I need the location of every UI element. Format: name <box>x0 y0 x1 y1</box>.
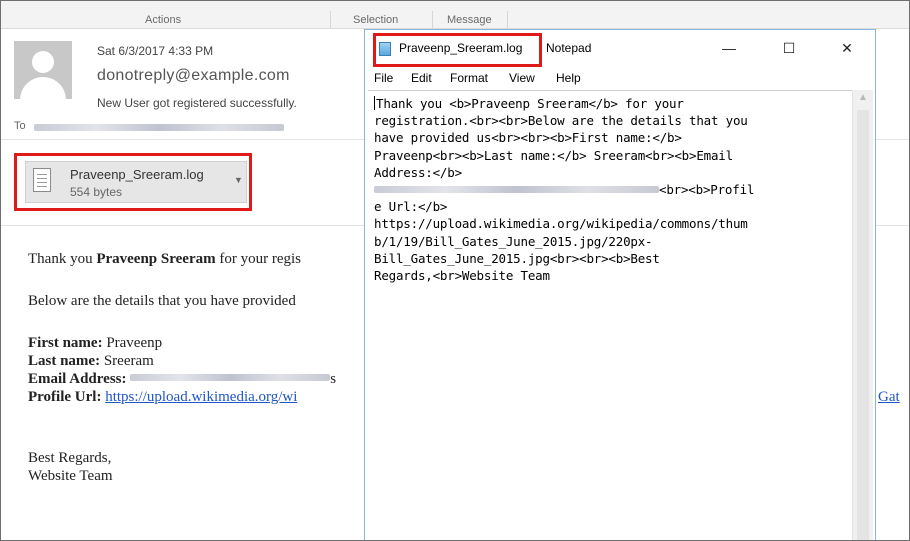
profile-url-link-tail[interactable]: Gat <box>878 389 900 406</box>
email-redacted <box>374 186 659 194</box>
minimize-button[interactable]: — <box>709 36 749 60</box>
contact-avatar-icon[interactable] <box>14 41 72 99</box>
menu-format[interactable]: Format <box>450 71 488 85</box>
body-profile-url: Profile Url: https://upload.wikimedia.or… <box>28 389 298 405</box>
body-signature: Website Team <box>28 468 113 484</box>
outlook-reading-pane: Actions Selection Message Sat 6/3/2017 4… <box>0 0 910 541</box>
maximize-button[interactable]: ☐ <box>769 36 809 60</box>
to-recipients-redacted <box>34 124 284 131</box>
body-thanks-line: Thank you Praveenp Sreeram for your regi… <box>28 251 302 267</box>
log-line: b/1/19/Bill_Gates_June_2015.jpg/220px- <box>374 233 653 249</box>
ribbon-separator <box>330 11 331 28</box>
log-line: https://upload.wikimedia.org/wikipedia/c… <box>374 216 748 232</box>
log-line: Bill_Gates_June_2015.jpg<br><br><b>Best <box>374 250 660 266</box>
notepad-text-area[interactable]: Thank you <b>Praveenp Sreeram</b> for yo… <box>368 90 854 540</box>
notepad-menubar: File Edit Format View Help <box>365 68 875 88</box>
attachment-highlight <box>14 153 252 211</box>
text-caret <box>374 96 375 110</box>
filename-highlight <box>373 33 542 67</box>
log-line: registration.<br><br>Below are the detai… <box>374 113 748 129</box>
message-subject: New User got registered successfully. <box>97 96 297 110</box>
menu-view[interactable]: View <box>509 71 535 85</box>
menu-help[interactable]: Help <box>556 71 581 85</box>
log-line: Praveenp<br><b>Last name:</b> Sreeram<br… <box>374 147 733 163</box>
close-button[interactable]: ✕ <box>827 36 867 60</box>
ribbon-separator <box>507 11 508 28</box>
ribbon-group-strip: Actions Selection Message <box>1 1 909 29</box>
profile-url-link[interactable]: https://upload.wikimedia.org/wi <box>105 389 297 405</box>
to-label: To <box>14 120 26 132</box>
body-first-name: First name: Praveenp <box>28 335 163 351</box>
body-email-address: Email Address: s <box>28 371 337 387</box>
scrollbar-thumb[interactable] <box>857 110 869 540</box>
ribbon-group-selection: Selection <box>353 14 399 26</box>
email-redacted <box>130 374 331 381</box>
ribbon-separator <box>432 11 433 28</box>
scroll-up-icon[interactable]: ▲ <box>853 92 873 103</box>
sender-address[interactable]: donotreply@example.com <box>97 67 290 85</box>
menu-edit[interactable]: Edit <box>411 71 432 85</box>
notepad-app-name: Notepad <box>546 41 592 55</box>
log-line: Address:</b> <box>374 164 462 180</box>
log-line: e Url:</b> <box>374 199 448 215</box>
log-line: have provided us<br><br><b>First name:</… <box>374 130 682 146</box>
ribbon-group-actions: Actions <box>145 14 182 26</box>
notepad-titlebar[interactable]: Praveenp_Sreeram.log Notepad — ☐ ✕ <box>365 30 875 67</box>
log-line: <br><b>Profil <box>659 182 755 198</box>
menu-file[interactable]: File <box>374 71 393 85</box>
notepad-window[interactable]: Praveenp_Sreeram.log Notepad — ☐ ✕ File … <box>364 29 876 540</box>
body-last-name: Last name: Sreeram <box>28 353 154 369</box>
log-line: Thank you <b>Praveenp Sreeram</b> for yo… <box>376 96 684 111</box>
log-line: Regards,<br>Website Team <box>374 268 550 284</box>
ribbon-group-message: Message <box>447 14 492 26</box>
body-details-line: Below are the details that you have prov… <box>28 293 296 309</box>
vertical-scrollbar[interactable]: ▲ <box>852 90 873 540</box>
registrant-name: Praveenp Sreeram <box>96 251 216 267</box>
message-date: Sat 6/3/2017 4:33 PM <box>97 44 214 58</box>
body-regards: Best Regards, <box>28 450 112 466</box>
